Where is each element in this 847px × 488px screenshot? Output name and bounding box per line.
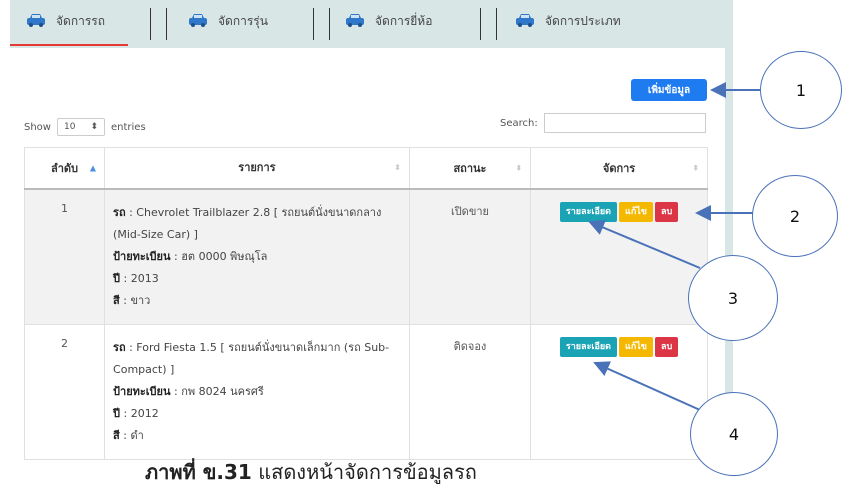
edit-button[interactable]: แก้ไข <box>619 202 653 222</box>
car-icon <box>27 14 45 27</box>
tab-divider <box>313 8 314 40</box>
year-line: ปี : 2013 <box>113 268 401 290</box>
callout-4: 4 <box>690 392 778 476</box>
field-value: : ดำ <box>119 429 144 442</box>
tab-divider <box>480 8 481 40</box>
car-line: รถ : Ford Fiesta 1.5 [ รถยนต์นั่งขนาดเล็… <box>113 337 401 381</box>
tab-label: จัดการรถ <box>56 14 105 28</box>
field-value: : Chevrolet Trailblazer 2.8 [ รถยนต์นั่ง… <box>113 206 382 241</box>
field-value: : 2012 <box>120 407 159 420</box>
show-label: Show <box>24 121 51 133</box>
table-row: 2 รถ : Ford Fiesta 1.5 [ รถยนต์นั่งขนาดเ… <box>23 324 708 460</box>
entries-label: entries <box>110 121 146 133</box>
field-label: ปี <box>113 407 121 420</box>
add-data-button[interactable]: เพิ่มข้อมูล <box>631 79 707 101</box>
search-filter: Search: <box>500 113 706 133</box>
header-label: ลำดับ <box>50 162 79 175</box>
column-header-item[interactable]: รายการ ⬍ <box>104 147 410 190</box>
car-line: รถ : Chevrolet Trailblazer 2.8 [ รถยนต์น… <box>113 202 401 246</box>
tab-label: จัดการประเภท <box>545 14 621 28</box>
row-actions: รายละเอียด แก้ไข ลบ <box>530 188 708 325</box>
row-details: รถ : Chevrolet Trailblazer 2.8 [ รถยนต์น… <box>104 188 410 325</box>
header-label: จัดการ <box>602 162 636 175</box>
length-menu: Show 10 ⬍ entries <box>24 118 146 136</box>
field-label: สี <box>113 429 120 442</box>
tab-divider <box>166 8 167 40</box>
field-value: : 2013 <box>120 272 159 285</box>
column-header-index[interactable]: ลำดับ ▲ <box>23 147 106 190</box>
tab-divider <box>329 8 330 40</box>
sort-icon: ⬍ <box>515 163 523 173</box>
field-label: ป้ายทะเบียน <box>113 250 171 263</box>
detail-button[interactable]: รายละเอียด <box>559 337 618 357</box>
row-actions: รายละเอียด แก้ไข ลบ <box>530 324 708 460</box>
caption-number: ภาพที่ ข.31 <box>145 460 252 484</box>
caption-text: แสดงหน้าจัดการข้อมูลรถ <box>251 460 477 484</box>
entries-select[interactable]: 10 ⬍ <box>56 118 105 136</box>
field-value: : ขาว <box>119 294 151 307</box>
color-line: สี : ดำ <box>113 425 401 447</box>
row-index: 2 <box>23 324 106 460</box>
car-table: ลำดับ ▲ รายการ ⬍ สถานะ ⬍ จัดการ ⬍ 1 รถ : Che… <box>23 147 708 460</box>
delete-button[interactable]: ลบ <box>654 202 679 222</box>
edit-button[interactable]: แก้ไข <box>619 337 653 357</box>
field-label: รถ <box>113 341 126 354</box>
tab-manage-model[interactable]: จัดการรุ่น <box>188 12 268 48</box>
tab-divider <box>150 8 151 40</box>
year-line: ปี : 2012 <box>113 403 401 425</box>
tab-bar: จัดการรถ จัดการรุ่น จัดการยี่ห้อ จัดการป… <box>10 0 725 48</box>
tab-manage-type[interactable]: จัดการประเภท <box>515 12 621 48</box>
search-label: Search: <box>500 117 538 129</box>
car-icon <box>346 14 364 27</box>
plate-line: ป้ายทะเบียน : กพ 8024 นครศรี <box>113 381 401 403</box>
header-label: สถานะ <box>453 162 487 175</box>
table-header-row: ลำดับ ▲ รายการ ⬍ สถานะ ⬍ จัดการ ⬍ <box>23 147 708 190</box>
sort-icon: ⬍ <box>692 163 699 173</box>
field-label: ปี <box>113 272 121 285</box>
color-line: สี : ขาว <box>113 290 401 312</box>
header-label: รายการ <box>238 161 276 174</box>
callout-2: 2 <box>752 175 838 257</box>
tab-label: จัดการยี่ห้อ <box>375 14 433 28</box>
column-header-status[interactable]: สถานะ ⬍ <box>408 147 532 190</box>
field-label: รถ <box>113 206 126 219</box>
tab-manage-brand[interactable]: จัดการยี่ห้อ <box>345 12 432 48</box>
callout-1: 1 <box>760 51 842 129</box>
car-icon <box>516 14 534 27</box>
field-value: : กพ 8024 นครศรี <box>170 385 264 398</box>
figure-caption: ภาพที่ ข.31 แสดงหน้าจัดการข้อมูลรถ <box>145 456 477 488</box>
row-status: เปิดขาย <box>408 188 532 325</box>
tab-divider <box>496 8 497 40</box>
updown-caret-icon: ⬍ <box>90 122 98 132</box>
field-value: : Ford Fiesta 1.5 [ รถยนต์นั่งขนาดเล็กมา… <box>113 341 390 376</box>
field-label: ป้ายทะเบียน <box>113 385 171 398</box>
row-status: ติดจอง <box>408 324 532 460</box>
plate-line: ป้ายทะเบียน : ฮต 0000 พิษณุโล <box>113 246 401 268</box>
detail-button[interactable]: รายละเอียด <box>559 202 618 222</box>
tab-manage-car[interactable]: จัดการรถ <box>26 12 105 48</box>
entries-value: 10 <box>63 122 76 132</box>
table-row: 1 รถ : Chevrolet Trailblazer 2.8 [ รถยนต… <box>23 188 708 325</box>
active-tab-indicator <box>10 44 128 46</box>
field-label: สี <box>113 294 120 307</box>
row-index: 1 <box>23 188 106 325</box>
car-icon <box>189 14 207 27</box>
column-header-manage[interactable]: จัดการ ⬍ <box>530 147 708 190</box>
callout-3: 3 <box>688 255 778 341</box>
sort-icon: ⬍ <box>394 163 401 172</box>
sort-asc-icon: ▲ <box>89 163 97 173</box>
delete-button[interactable]: ลบ <box>654 337 679 357</box>
row-details: รถ : Ford Fiesta 1.5 [ รถยนต์นั่งขนาดเล็… <box>104 324 410 460</box>
field-value: : ฮต 0000 พิษณุโล <box>170 250 268 263</box>
search-input[interactable] <box>543 113 706 133</box>
tab-label: จัดการรุ่น <box>218 14 268 28</box>
